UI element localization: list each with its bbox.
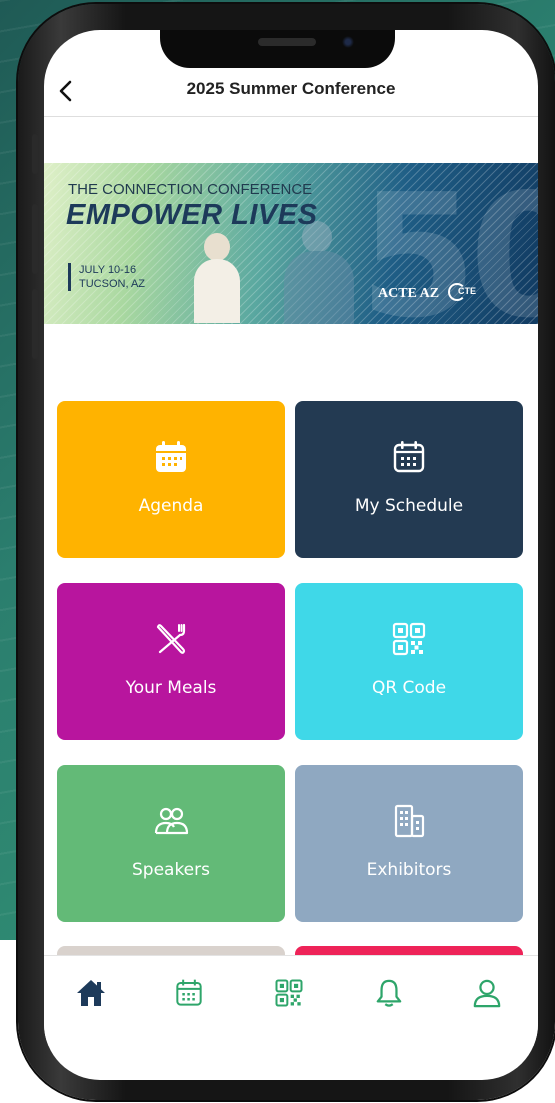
calendar-icon: [176, 979, 202, 1006]
qr-code-tile[interactable]: QR Code: [295, 583, 523, 740]
tab-home[interactable]: [74, 976, 108, 1010]
mute-switch: [32, 134, 38, 174]
tab-notifications[interactable]: [372, 976, 406, 1010]
banner-dates: JULY 10-16: [79, 264, 137, 276]
speakers-tile[interactable]: Speakers: [57, 765, 285, 922]
calendar-icon: [393, 441, 425, 473]
volume-up-button: [32, 204, 38, 274]
banner-title: EMPOWER LIVES: [66, 199, 318, 231]
conference-banner[interactable]: 50 THE CONNECTION CONFERENCE EMPOWER LIV…: [44, 163, 538, 324]
agenda-tile[interactable]: Agenda: [57, 401, 285, 558]
banner-supertitle: THE CONNECTION CONFERENCE: [68, 181, 313, 198]
tile-label: Exhibitors: [366, 860, 452, 880]
cte-logo: CTE: [448, 283, 482, 301]
building-icon: [394, 804, 425, 838]
tab-profile[interactable]: [470, 976, 504, 1010]
navigation-bar: 2025 Summer Conference: [44, 70, 538, 117]
app-screen: 2025 Summer Conference 50 THE CONNECTION…: [44, 30, 538, 1080]
calendar-icon: [156, 441, 186, 472]
tile-label: Agenda: [138, 496, 204, 516]
phone-notch: [160, 30, 395, 68]
banner-photo-person: [194, 233, 240, 323]
tile-label: My Schedule: [354, 496, 464, 516]
fork-knife-icon: [156, 623, 186, 654]
volume-down-button: [32, 289, 38, 359]
tab-agenda[interactable]: [172, 976, 206, 1010]
earpiece-speaker: [258, 38, 316, 46]
acte-az-logo: ACTE AZ: [378, 286, 440, 301]
tile-label: Your Meals: [125, 678, 217, 698]
banner-photo-person: [284, 221, 354, 324]
tile-label: QR Code: [371, 678, 447, 698]
bell-icon: [376, 979, 402, 1007]
banner-date-location: JULY 10-16 TUCSON, AZ: [68, 263, 145, 291]
user-icon: [473, 979, 501, 1008]
page-title: 2025 Summer Conference: [186, 79, 396, 98]
cte-logo-text: CTE: [458, 286, 476, 296]
banner-location: TUCSON, AZ: [79, 278, 146, 290]
bottom-tab-bar: [44, 955, 538, 1046]
qr-code-icon: [392, 622, 426, 656]
exhibitors-tile[interactable]: Exhibitors: [295, 765, 523, 922]
tile-label: Speakers: [131, 860, 210, 880]
tab-qr-code[interactable]: [272, 976, 306, 1010]
people-icon: [154, 807, 189, 835]
my-schedule-tile[interactable]: My Schedule: [295, 401, 523, 558]
qr-code-icon: [275, 979, 303, 1007]
home-icon: [77, 980, 105, 1006]
front-camera: [342, 36, 354, 48]
your-meals-tile[interactable]: Your Meals: [57, 583, 285, 740]
